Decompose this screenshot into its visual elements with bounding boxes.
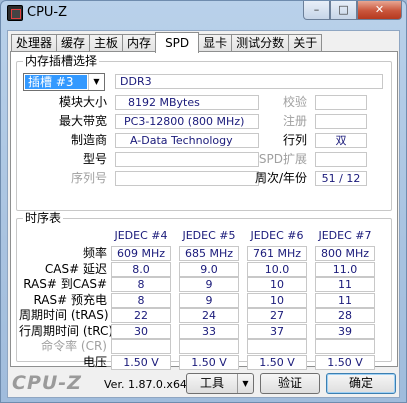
ranks-label: 行列 (282, 133, 307, 147)
timing-cell: 1.50 V (179, 354, 239, 370)
footer-bar: CPU-Z Ver. 1.87.0.x64 工具 ▼ 验证 确定 (8, 369, 399, 399)
week-year-field: 51 / 12 (315, 171, 367, 186)
version-label: Ver. 1.87.0.x64 (104, 378, 187, 391)
timing-row-label: CAS# 延迟 (44, 261, 107, 276)
timing-cell (247, 339, 307, 354)
window-controls: – □ ✕ (303, 1, 402, 20)
module-size-label: 模块大小 (58, 95, 107, 109)
spd-ext-field (315, 152, 367, 167)
timing-cell: 28 (315, 308, 375, 323)
timing-cell: 10 (247, 277, 307, 292)
timing-cell: 22 (111, 308, 171, 323)
timing-cell: 800 MHz (315, 246, 375, 261)
timing-column-header: JEDEC #7 (318, 229, 372, 242)
timing-row-label: RAS# 到CAS# (23, 277, 107, 291)
timing-row-label: 命令率 (CR) (41, 339, 107, 353)
max-bandwidth-label: 最大带宽 (58, 114, 107, 128)
chevron-down-icon[interactable]: ▼ (88, 74, 104, 90)
ok-button[interactable]: 确定 (326, 373, 396, 394)
timing-cell (315, 339, 375, 354)
timing-cell: 33 (179, 323, 239, 339)
timing-cell: 8 (111, 277, 171, 292)
timing-cell (111, 339, 171, 354)
timing-column-header: JEDEC #6 (250, 229, 304, 242)
tab-4[interactable]: SPD (155, 32, 200, 53)
timing-cell: 9.0 (179, 261, 239, 277)
tab-strip: 处理器 缓存 主板 内存 SPD 显卡 测试分数 关于 (11, 32, 323, 53)
max-bandwidth-field: PC3-12800 (800 MHz) (115, 114, 259, 129)
serial-label: 序列号 (70, 171, 107, 185)
timing-cell (179, 339, 239, 354)
part-number-label: 型号 (82, 152, 107, 166)
maximize-button[interactable]: □ (330, 1, 357, 20)
timing-cell: 30 (111, 323, 171, 339)
registered-field (315, 114, 367, 129)
timing-cell: 37 (247, 323, 307, 339)
timing-cell: 1.50 V (247, 354, 307, 370)
timing-cell: 10.0 (247, 261, 307, 277)
timings-group-title: 时序表 (23, 211, 64, 225)
title-bar[interactable]: CPU-Z – □ ✕ (1, 1, 406, 25)
timing-cell: 11.0 (315, 261, 375, 277)
timing-cell: 8.0 (111, 261, 171, 277)
timing-cell: 1.50 V (315, 354, 375, 370)
timing-row-label: 频率 (82, 246, 107, 260)
timing-row-label: 周期时间 (tRAS) (19, 308, 109, 322)
slot-group-title: 内存插槽选择 (23, 54, 100, 68)
timing-row-label: RAS# 预充电 (33, 292, 107, 307)
memory-type-field: DDR3 (115, 74, 383, 89)
timing-cell: 685 MHz (179, 246, 239, 261)
serial-field (115, 171, 259, 186)
week-year-label: 周次/年份 (254, 171, 307, 185)
tools-button[interactable]: 工具 ▼ (186, 373, 254, 394)
window-title: CPU-Z (27, 5, 68, 20)
part-number-field (115, 152, 259, 167)
minimize-button[interactable]: – (303, 1, 330, 20)
close-button[interactable]: ✕ (357, 1, 402, 20)
slot-group: 内存插槽选择 插槽 #3 ▼ DDR3 模块大小 8192 MBytes 校验 … (16, 54, 392, 211)
timing-cell: 24 (179, 308, 239, 323)
client-area: 处理器 缓存 主板 内存 SPD 显卡 测试分数 关于 内存插槽选择 插槽 #3 ▼ DDR3… (7, 30, 400, 398)
registered-label: 注册 (282, 114, 307, 128)
timing-cell: 9 (179, 277, 239, 292)
slot-select[interactable]: 插槽 #3 ▼ (23, 73, 105, 91)
timing-cell: 11 (315, 292, 375, 308)
slot-select-value: 插槽 #3 (25, 75, 87, 89)
ranks-field: 双 (315, 133, 367, 148)
timing-cell: 39 (315, 323, 375, 339)
timing-cell: 10 (247, 292, 307, 308)
cpuz-brand-logo: CPU-Z (12, 372, 82, 394)
correction-label: 校验 (282, 95, 307, 109)
timing-cell: 609 MHz (111, 246, 171, 261)
timing-cell: 11 (315, 277, 375, 292)
chevron-down-icon[interactable]: ▼ (237, 374, 253, 393)
timing-cell: 27 (247, 308, 307, 323)
cpuz-app-icon (7, 5, 23, 21)
correction-field (315, 95, 367, 110)
manufacturer-label: 制造商 (70, 133, 107, 147)
timing-cell: 761 MHz (247, 246, 307, 261)
timings-group: 时序表 JEDEC #4 JEDEC #5 JEDEC #6 JEDEC #7 频率 60… (16, 211, 392, 370)
tools-button-label: 工具 (199, 376, 224, 390)
timing-cell: 8 (111, 292, 171, 308)
timing-column-header: JEDEC #4 (114, 229, 168, 242)
spd-panel: 内存插槽选择 插槽 #3 ▼ DDR3 模块大小 8192 MBytes 校验 … (10, 51, 398, 370)
timing-row-label: 行周期时间 (tRC) (19, 323, 114, 338)
spd-ext-label: SPD扩展 (258, 152, 307, 166)
timing-row-label: 电压 (82, 354, 107, 369)
timing-column-header: JEDEC #5 (182, 229, 236, 242)
cpuz-window: CPU-Z – □ ✕ 处理器 缓存 主板 内存 SPD 显卡 测试分数 关于 内存插槽选择 … (0, 0, 407, 403)
module-size-field: 8192 MBytes (115, 95, 259, 110)
timing-cell: 9 (179, 292, 239, 308)
validate-button[interactable]: 验证 (260, 373, 320, 394)
timing-cell: 1.50 V (111, 354, 171, 370)
manufacturer-field: A-Data Technology (115, 133, 259, 148)
